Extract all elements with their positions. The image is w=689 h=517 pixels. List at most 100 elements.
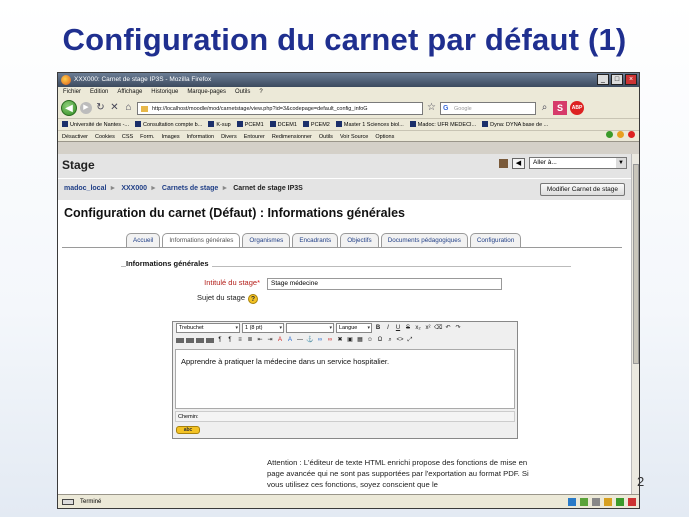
unordered-list-icon[interactable]: ≣ — [246, 336, 254, 344]
redo-icon[interactable]: ↷ — [454, 324, 462, 332]
subscript-icon[interactable]: x₂ — [414, 324, 422, 332]
clean-icon[interactable]: ⌫ — [434, 324, 442, 332]
tab-objectifs[interactable]: Objectifs — [340, 233, 379, 247]
justify-icon[interactable] — [206, 338, 214, 343]
indent-icon[interactable]: ⇥ — [266, 336, 274, 344]
search-replace-icon[interactable]: ⌕ — [386, 336, 394, 344]
dev-voir-source[interactable]: Voir Source — [340, 131, 368, 141]
dev-form[interactable]: Form. — [140, 131, 154, 141]
help-icon[interactable]: ? — [248, 294, 258, 304]
search-input[interactable]: Google — [440, 101, 536, 115]
menu-aide[interactable]: ? — [259, 87, 262, 98]
menu-historique[interactable]: Historique — [151, 87, 178, 98]
back-arrow-icon[interactable]: ◀ — [61, 100, 77, 116]
table-icon[interactable]: ▦ — [356, 336, 364, 344]
search-icon[interactable]: ⌕ — [539, 100, 550, 116]
menu-edition[interactable]: Edition — [90, 87, 108, 98]
dev-divers[interactable]: Divers — [221, 131, 237, 141]
ltr-icon[interactable]: ¶ — [216, 336, 224, 344]
bookmark-item[interactable]: DCEM1 — [270, 119, 297, 130]
horizontal-rule-icon[interactable]: — — [296, 336, 304, 344]
tab-configuration[interactable]: Configuration — [469, 233, 522, 247]
url-input[interactable]: http://localhost/moodle/mod/carnetstage/… — [137, 101, 423, 115]
align-right-icon[interactable] — [196, 338, 204, 343]
dev-css[interactable]: CSS — [122, 131, 133, 141]
bookmark-item[interactable]: Consultation compte b... — [135, 119, 202, 130]
maximize-button[interactable]: □ — [611, 74, 623, 85]
error-icon[interactable] — [628, 131, 635, 138]
tab-informations-generales[interactable]: Informations générales — [162, 233, 241, 247]
check-icon[interactable] — [606, 131, 613, 138]
dev-information[interactable]: Information — [187, 131, 215, 141]
dev-cookies[interactable]: Cookies — [95, 131, 115, 141]
bookmark-item[interactable]: PCEM1 — [237, 119, 264, 130]
superscript-icon[interactable]: x² — [424, 324, 432, 332]
align-center-icon[interactable] — [186, 338, 194, 343]
editor-textarea[interactable]: Apprendre à pratiquer la médecine dans u… — [175, 349, 515, 409]
ordered-list-icon[interactable]: ≡ — [236, 336, 244, 344]
dev-images[interactable]: Images — [162, 131, 180, 141]
menu-outils[interactable]: Outils — [235, 87, 250, 98]
rtl-icon[interactable]: ¶ — [226, 336, 234, 344]
breadcrumb-carnets[interactable]: Carnets de stage — [162, 185, 218, 192]
home-icon[interactable]: ⌂ — [123, 100, 134, 116]
tab-encadrants[interactable]: Encadrants — [292, 233, 339, 247]
status-addon-icon[interactable] — [568, 498, 576, 506]
style-select[interactable] — [286, 323, 334, 333]
status-addon-icon[interactable] — [604, 498, 612, 506]
menu-affichage[interactable]: Affichage — [117, 87, 142, 98]
dev-desactiver[interactable]: Désactiver — [62, 131, 88, 141]
html-source-icon[interactable]: <> — [396, 336, 404, 344]
minimize-button[interactable]: _ — [597, 74, 609, 85]
unlink-icon[interactable]: ∞ — [326, 336, 334, 344]
text-color-icon[interactable]: A — [276, 336, 284, 344]
bookmark-item[interactable]: K-sup — [208, 119, 230, 130]
previous-arrow-icon[interactable]: ◀ — [512, 157, 525, 169]
close-window-button[interactable]: × — [625, 74, 637, 85]
italic-icon[interactable]: I — [384, 324, 392, 332]
book-icon[interactable] — [499, 158, 508, 168]
status-addon-icon[interactable] — [580, 498, 588, 506]
font-select[interactable]: Trebuchet — [176, 323, 240, 333]
size-select[interactable]: 1 (8 pt) — [242, 323, 284, 333]
dev-redimensionner[interactable]: Redimensionner — [272, 131, 312, 141]
reload-icon[interactable]: ↻ — [95, 100, 106, 116]
star-icon[interactable]: ☆ — [426, 100, 437, 116]
menu-fichier[interactable]: Fichier — [63, 87, 81, 98]
bold-icon[interactable]: B — [374, 324, 382, 332]
bookmark-item[interactable]: Dyna: DYNA base de ... — [482, 119, 548, 130]
background-color-icon[interactable]: A — [286, 336, 294, 344]
status-addon-icon[interactable] — [616, 498, 624, 506]
dev-outils[interactable]: Outils — [319, 131, 333, 141]
dev-options[interactable]: Options — [375, 131, 394, 141]
anchor-icon[interactable]: ⚓ — [306, 336, 314, 344]
adblock-icon[interactable]: ABP — [570, 101, 584, 115]
underline-icon[interactable]: U — [394, 324, 402, 332]
tab-documents-pedagogiques[interactable]: Documents pédagogiques — [380, 233, 468, 247]
nolink-icon[interactable]: ✖ — [336, 336, 344, 344]
breadcrumb-madoc-local[interactable]: madoc_local — [64, 185, 106, 192]
s-extension-icon[interactable]: S — [553, 101, 567, 115]
align-left-icon[interactable] — [176, 338, 184, 343]
bookmark-item[interactable]: Université de Nantes -... — [62, 119, 129, 130]
link-icon[interactable]: ∞ — [316, 336, 324, 344]
jump-to-select[interactable]: Aller à... ▼ — [529, 157, 627, 169]
tab-accueil[interactable]: Accueil — [126, 233, 161, 247]
title-input[interactable]: Stage médecine — [267, 278, 502, 290]
vertical-scrollbar[interactable] — [631, 154, 639, 494]
smiley-icon[interactable]: ☺ — [366, 336, 374, 344]
undo-icon[interactable]: ↶ — [444, 324, 452, 332]
breadcrumb-course[interactable]: XXX000 — [121, 185, 147, 192]
tab-organismes[interactable]: Organismes — [242, 233, 291, 247]
outdent-icon[interactable]: ⇤ — [256, 336, 264, 344]
forward-arrow-icon[interactable]: ▶ — [80, 102, 92, 114]
language-select[interactable]: Langue — [336, 323, 372, 333]
strikethrough-icon[interactable]: S — [404, 324, 412, 332]
window-titlebar[interactable]: XXX000: Carnet de stage IP3S - Mozilla F… — [58, 73, 639, 87]
warning-icon[interactable] — [617, 131, 624, 138]
dev-entourer[interactable]: Entourer — [244, 131, 265, 141]
toggle-editor-icon[interactable]: abc — [176, 426, 200, 434]
image-icon[interactable]: ▣ — [346, 336, 354, 344]
fullscreen-icon[interactable]: ⤢ — [406, 336, 414, 344]
modify-carnet-button[interactable]: Modifier Carnet de stage — [539, 183, 625, 196]
